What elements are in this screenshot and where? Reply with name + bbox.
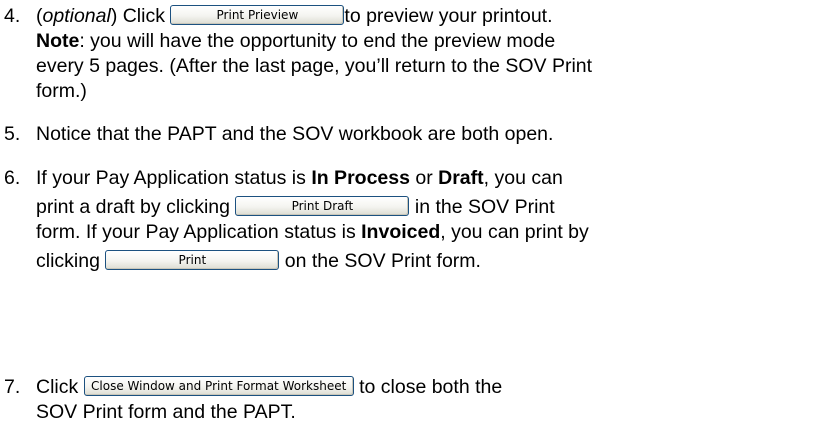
status-in-process: In Process [311,167,410,189]
status-invoiced: Invoiced [361,221,441,243]
step-text: (optional) Click Print Prieview to previe… [36,4,553,27]
step-text: Notice that the PAPT and the SOV workboo… [36,123,554,145]
step-text-line: Note: you will have the opportunity to e… [36,30,556,52]
step-text-line: form. If your Pay Application status is … [36,221,589,243]
note-label: Note [36,30,80,52]
step-number: 7. [4,376,21,398]
step-number: 4. [4,5,21,27]
step-text-line: SOV Print form and the PAPT. [36,401,296,423]
step-text-line: print a draft by clicking Print Draft in… [36,195,555,218]
close-window-and-print-format-worksheet-button[interactable]: Close Window and Print Format Worksheet [83,375,354,396]
step-text-line: clicking Print on the SOV Print form. [36,249,481,272]
step-text-line: every 5 pages. (After the last page, you… [36,55,593,77]
print-preview-button[interactable]: Print Prieview [170,4,345,25]
step-text-line: If your Pay Application status is In Pro… [36,167,563,189]
step-number: 5. [4,123,21,145]
step-text-line: form.) [36,80,87,102]
step-number: 6. [4,167,21,189]
status-draft: Draft [438,167,484,189]
step-text-line: Click Close Window and Print Format Work… [36,375,503,398]
instructions-document: 4. (optional) Click Print Prieview to pre… [0,0,824,425]
print-button[interactable]: Print [105,249,280,270]
print-draft-button[interactable]: Print Draft [235,195,410,216]
optional-label: optional [42,5,111,27]
